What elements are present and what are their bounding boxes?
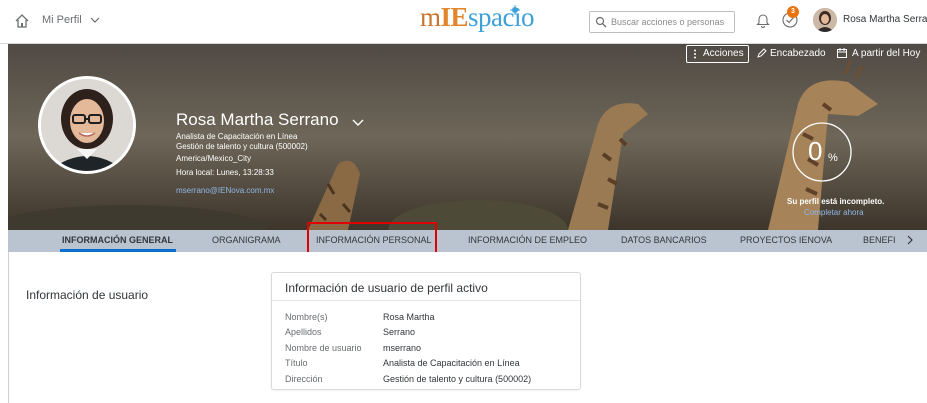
edit-header-button[interactable]: Encabezado (754, 44, 826, 64)
chevron-down-icon[interactable] (352, 118, 364, 127)
tab-organigrama[interactable]: ORGANIGRAMA (212, 235, 281, 245)
tab-proyectos-ienova[interactable]: PROYECTOS IENOVA (740, 235, 832, 245)
field-label-direccion: Dirección (285, 374, 323, 384)
logo-spark-icon (510, 5, 520, 15)
card-divider (272, 300, 580, 301)
field-value-apellidos: Serrano (383, 327, 416, 337)
field-value-usuario: mserrano (383, 343, 422, 353)
profile-name-row[interactable]: Rosa Martha Serrano (176, 110, 364, 130)
company-logo[interactable]: mIEspacio (420, 2, 535, 42)
profile-email-link[interactable]: mserrano@IENova.com.mx (176, 186, 274, 195)
completion-percent-value: 0 (808, 136, 823, 166)
tab-informacion-general[interactable]: INFORMACIÓN GENERAL (62, 235, 173, 245)
profile-name[interactable]: Rosa Martha Serrano (176, 110, 339, 129)
actions-button[interactable]: Acciones (686, 45, 749, 63)
as-of-date-label: A partir del Hoy (852, 48, 921, 59)
search-icon (595, 16, 607, 28)
field-value-direccion: Gestión de talento y cultura (500002) (383, 374, 532, 384)
chevron-right-icon[interactable] (906, 235, 914, 245)
field-value-titulo: Analista de Capacitación en Línea (383, 358, 520, 368)
pencil-icon (757, 48, 767, 58)
notifications-bell-icon[interactable] (756, 12, 770, 28)
section-title: Información de usuario (26, 288, 149, 302)
shell-user-name[interactable]: Rosa Martha Serrano (843, 14, 927, 25)
logo-text-m: m (420, 2, 441, 32)
chevron-down-icon[interactable] (90, 16, 100, 24)
search-placeholder: Buscar acciones o personas (611, 17, 725, 27)
profile-local-time: Hora local: Lunes, 13:28:33 (176, 168, 274, 177)
profile-photo[interactable] (38, 76, 136, 174)
field-value-nombres: Rosa Martha (383, 312, 435, 322)
tab-beneficios[interactable]: BENEFI (863, 235, 896, 245)
profile-header: Acciones Encabezado A partir del Hoy Ros… (8, 44, 927, 230)
tab-informacion-de-empleo[interactable]: INFORMACIÓN DE EMPLEO (468, 235, 587, 245)
profile-tab-bar: INFORMACIÓN GENERAL ORGANIGRAMA INFORMAC… (8, 230, 927, 252)
field-label-apellidos: Apellidos (285, 327, 322, 337)
field-label-usuario: Nombre de usuario (285, 343, 362, 353)
edit-header-label: Encabezado (770, 48, 826, 59)
as-of-date-button[interactable]: A partir del Hoy (834, 44, 920, 64)
user-avatar-image (813, 8, 837, 32)
field-label-titulo: Título (285, 358, 308, 368)
profile-job-title: Analista de Capacitación en Línea (176, 132, 298, 141)
shell-bar: Mi Perfil mIEspacio Buscar acciones o pe… (0, 0, 927, 44)
home-icon[interactable] (14, 13, 30, 29)
complete-profile-link[interactable]: Completar ahora (804, 208, 864, 217)
highlight-box (307, 222, 437, 254)
notification-count-badge: 3 (787, 6, 799, 18)
profile-department: Gestión de talento y cultura (500002) (176, 142, 308, 151)
nav-menu-label[interactable]: Mi Perfil (42, 14, 82, 26)
actions-button-label: Acciones (703, 48, 744, 59)
completion-percent-sign: % (828, 152, 838, 164)
user-avatar[interactable] (813, 8, 837, 32)
profile-incomplete-text: Su perfil está incompleto. (787, 197, 885, 206)
more-vertical-icon (694, 49, 696, 59)
logo-text-ie: IE (440, 2, 469, 32)
search-field[interactable]: Buscar acciones o personas (589, 11, 735, 33)
profile-timezone: America/Mexico_City (176, 154, 252, 163)
tab-datos-bancarios[interactable]: DATOS BANCARIOS (621, 235, 707, 245)
calendar-icon (837, 48, 847, 58)
profile-photo-image (41, 79, 133, 171)
field-label-nombres: Nombre(s) (285, 312, 328, 322)
card-title: Información de usuario de perfil activo (285, 281, 488, 295)
logo-text-spacio: spacio (468, 2, 535, 32)
